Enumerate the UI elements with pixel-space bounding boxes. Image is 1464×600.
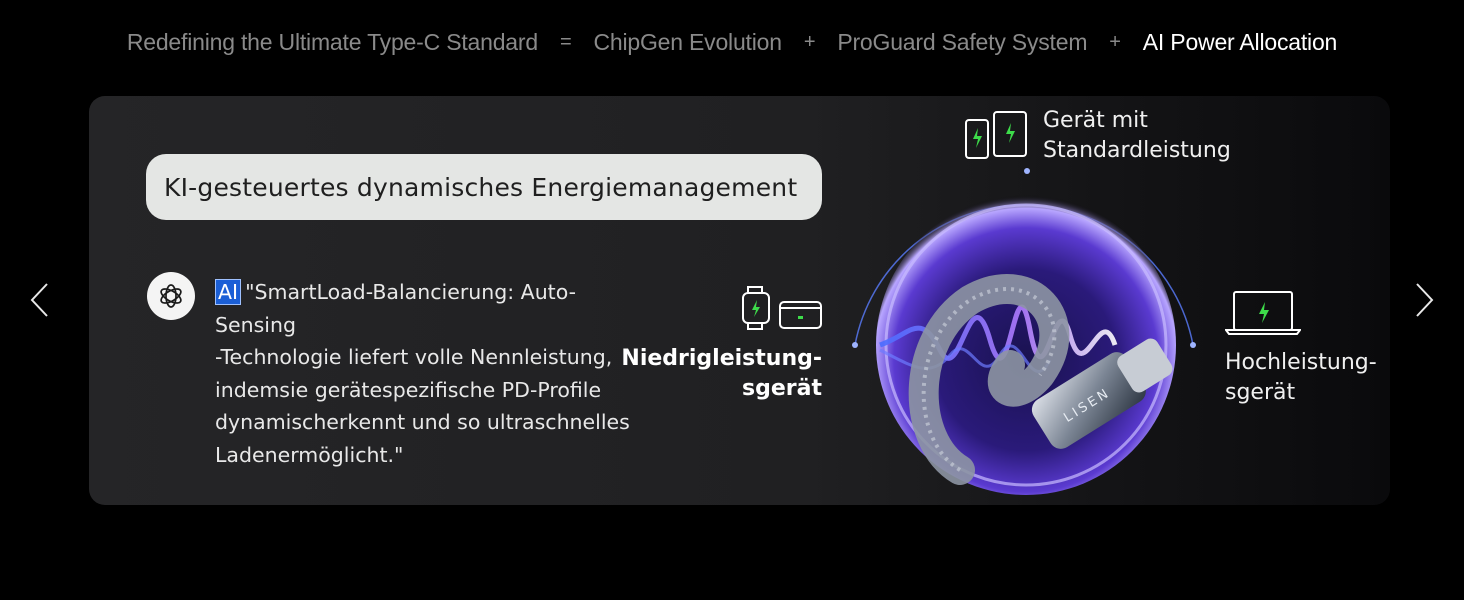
- nav-separator: =: [559, 30, 572, 53]
- previous-slide-button[interactable]: [30, 283, 50, 317]
- quote-line: -Technologie liefert volle Nennleistung,: [215, 345, 613, 369]
- watch-icon: [742, 286, 770, 330]
- feature-heading: KI-gesteuertes dynamisches Energiemanage…: [146, 154, 822, 220]
- top-nav: Redefining the Ultimate Type-C Standard …: [0, 0, 1464, 84]
- label-high-power-device: Hochleistung- sgerät: [1225, 350, 1377, 405]
- phone-icon: [965, 119, 989, 159]
- low-power-device-icons: [742, 286, 822, 330]
- quote-line: AI "SmartLoad-Balancierung: Auto-Sensing: [215, 279, 577, 337]
- next-slide-button[interactable]: [1414, 283, 1434, 317]
- ai-tag: AI: [215, 279, 242, 305]
- nav-item-chipgen[interactable]: ChipGen Evolution: [593, 29, 782, 56]
- label-low-power-device: Niedrigleistung- sgerät: [621, 346, 822, 401]
- ai-quote: AI "SmartLoad-Balancierung: Auto-Sensing …: [215, 276, 655, 471]
- chatgpt-logo: [147, 272, 195, 320]
- laptop-icon: [1225, 291, 1301, 335]
- chatgpt-icon: [160, 284, 182, 308]
- nav-item-standard[interactable]: Redefining the Ultimate Type-C Standard: [127, 29, 538, 56]
- nav-item-ai-power[interactable]: AI Power Allocation: [1143, 29, 1338, 56]
- nav-item-proguard[interactable]: ProGuard Safety System: [837, 29, 1087, 56]
- charging-orb-illustration: LISEN: [852, 168, 1196, 495]
- nav-separator: +: [1109, 30, 1121, 53]
- quote-line: indemsie gerätespezifische PD-Profile: [215, 377, 602, 402]
- tablet-icon: [993, 111, 1027, 157]
- card-icon: [779, 301, 822, 329]
- quote-line: Ladenermöglicht.": [215, 442, 404, 467]
- chevron-left-icon: [30, 283, 48, 317]
- label-standard-device: Gerät mit Standardleistung: [1043, 108, 1231, 163]
- nav-separator: +: [803, 30, 816, 53]
- quote-line: dynamischerkennt und so ultraschnelles: [215, 410, 630, 434]
- standard-device-icons: [965, 111, 1027, 159]
- feature-heading-text: KI-gesteuertes dynamisches Energiemanage…: [164, 172, 798, 202]
- chevron-right-icon: [1416, 283, 1434, 317]
